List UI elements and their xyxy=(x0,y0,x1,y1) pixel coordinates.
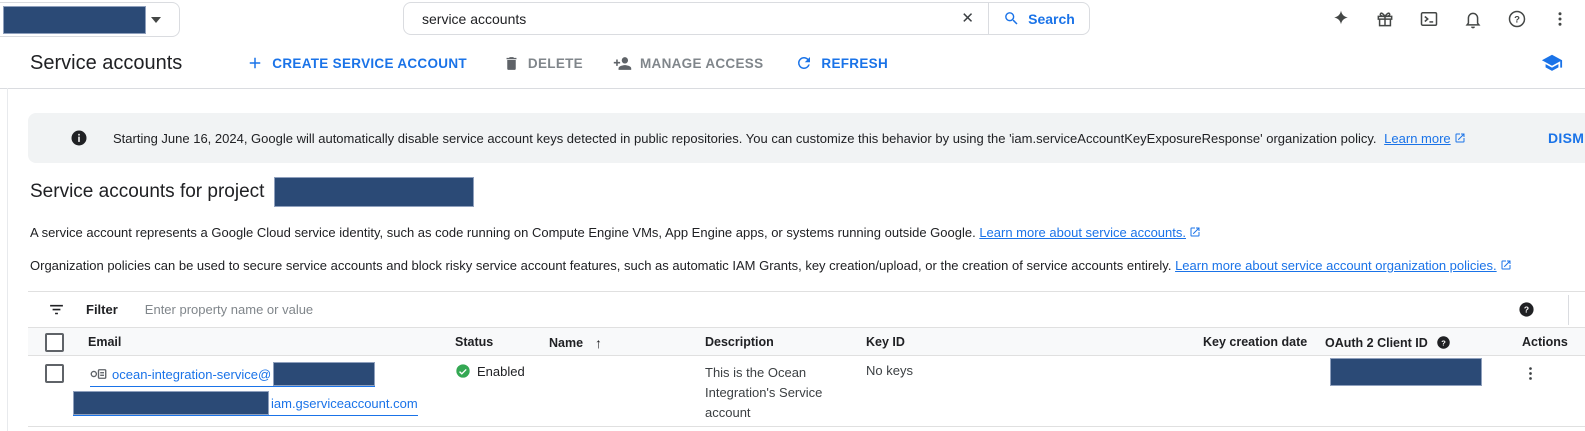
column-header-key-creation-date[interactable]: Key creation date xyxy=(1203,335,1307,349)
delete-button[interactable]: DELETE xyxy=(503,55,583,72)
plus-icon xyxy=(246,54,264,72)
column-header-description[interactable]: Description xyxy=(705,335,774,349)
email-link-suffix[interactable]: iam.gserviceaccount.com xyxy=(271,396,418,411)
manage-access-button-label: MANAGE ACCESS xyxy=(640,56,763,71)
project-selector[interactable] xyxy=(0,2,180,37)
column-header-key-id[interactable]: Key ID xyxy=(866,335,905,349)
search-field: ✕ xyxy=(404,3,988,34)
key-exposure-banner: Starting June 16, 2024, Google will auto… xyxy=(28,113,1585,163)
select-all-checkbox[interactable] xyxy=(45,333,64,352)
email-cell: ocean-integration-service@ iam.gservicea… xyxy=(73,362,418,416)
more-vert-icon xyxy=(1522,365,1539,382)
column-header-actions: Actions xyxy=(1522,335,1568,349)
redacted-project-name xyxy=(3,6,146,34)
svg-text:?: ? xyxy=(1524,305,1529,315)
banner-message-text: Starting June 16, 2024, Google will auto… xyxy=(113,131,1377,146)
external-link-icon xyxy=(1454,132,1466,144)
service-account-badge-icon xyxy=(90,367,107,381)
key-id-cell: No keys xyxy=(866,363,913,378)
more-vert-icon[interactable] xyxy=(1551,10,1569,28)
search-button[interactable]: Search xyxy=(988,3,1089,34)
table-header: Email Status Name ↑ Description Key ID K… xyxy=(28,327,1585,356)
manage-access-button[interactable]: MANAGE ACCESS xyxy=(613,54,763,73)
help-icon[interactable]: ? xyxy=(1507,9,1527,29)
create-button-label: CREATE SERVICE ACCOUNT xyxy=(272,56,467,71)
filter-bar: Filter ? xyxy=(28,291,1585,327)
redacted-email-domain xyxy=(273,362,375,386)
learn-tutorials-icon[interactable] xyxy=(1541,52,1563,74)
row-checkbox[interactable] xyxy=(45,364,64,383)
chevron-down-icon xyxy=(151,17,161,23)
filter-icon xyxy=(48,301,65,318)
filter-divider xyxy=(1568,295,1569,325)
intro-text: A service account represents a Google Cl… xyxy=(30,225,976,240)
column-header-oauth-client-id[interactable]: OAuth 2 Client ID ? xyxy=(1325,335,1451,350)
filter-label: Filter xyxy=(86,302,118,317)
search-input[interactable] xyxy=(420,10,957,28)
notifications-bell-icon[interactable] xyxy=(1463,9,1483,29)
status-cell: Enabled xyxy=(455,363,525,379)
external-link-icon xyxy=(1500,259,1512,271)
page-title: Service accounts xyxy=(30,52,182,75)
column-header-oauth-label: OAuth 2 Client ID xyxy=(1325,336,1428,350)
gift-icon[interactable] xyxy=(1375,9,1395,29)
column-header-name-label: Name xyxy=(549,336,583,350)
delete-button-label: DELETE xyxy=(528,56,583,71)
refresh-button[interactable]: REFRESH xyxy=(795,54,888,72)
redacted-oauth-client-id xyxy=(1330,358,1482,386)
email-link-prefix[interactable]: ocean-integration-service@ xyxy=(112,367,271,382)
refresh-icon xyxy=(795,54,813,72)
redacted-email-project xyxy=(73,391,269,415)
top-bar: ✕ Search ? xyxy=(0,0,1585,39)
info-icon xyxy=(70,129,88,147)
dismiss-button[interactable]: DISMISS xyxy=(1548,130,1585,146)
person-add-icon xyxy=(613,54,632,73)
svg-text:?: ? xyxy=(1514,15,1520,26)
banner-learn-more-link[interactable]: Learn more xyxy=(1384,131,1450,146)
svg-text:?: ? xyxy=(1441,338,1446,347)
oauth-help-icon[interactable]: ? xyxy=(1436,335,1451,350)
content-left-edge xyxy=(7,88,8,431)
banner-message: Starting June 16, 2024, Google will auto… xyxy=(113,131,1466,146)
external-link-icon xyxy=(1189,226,1201,238)
column-header-name[interactable]: Name ↑ xyxy=(549,335,602,351)
learn-more-service-accounts-link[interactable]: Learn more about service accounts. xyxy=(979,225,1186,240)
page-toolbar: Service accounts CREATE SERVICE ACCOUNT … xyxy=(0,38,1585,89)
cloud-shell-icon[interactable] xyxy=(1419,9,1439,29)
section-heading-text: Service accounts for project xyxy=(30,181,264,203)
search-icon xyxy=(1003,10,1020,27)
filter-help-icon[interactable]: ? xyxy=(1518,301,1535,318)
column-header-email[interactable]: Email xyxy=(88,335,121,349)
search-button-label: Search xyxy=(1028,11,1075,27)
refresh-button-label: REFRESH xyxy=(821,56,888,71)
intro-paragraph: A service account represents a Google Cl… xyxy=(30,225,1201,240)
create-service-account-button[interactable]: CREATE SERVICE ACCOUNT xyxy=(246,54,467,72)
clear-search-icon[interactable]: ✕ xyxy=(957,11,978,26)
row-actions-menu-button[interactable] xyxy=(1518,361,1542,385)
topbar-icons: ? xyxy=(1331,0,1569,38)
policy-paragraph: Organization policies can be used to sec… xyxy=(30,258,1512,273)
search-box: ✕ Search xyxy=(403,2,1090,35)
email-link-line2[interactable]: iam.gserviceaccount.com xyxy=(73,391,418,416)
section-heading: Service accounts for project xyxy=(30,177,474,207)
filter-input[interactable] xyxy=(143,301,1585,318)
sort-ascending-icon: ↑ xyxy=(595,335,602,351)
policy-text: Organization policies can be used to sec… xyxy=(30,258,1171,273)
learn-more-org-policies-link[interactable]: Learn more about service account organiz… xyxy=(1175,258,1497,273)
status-enabled-icon xyxy=(455,363,471,379)
trash-icon xyxy=(503,55,520,72)
redacted-project-id xyxy=(274,177,474,207)
status-label: Enabled xyxy=(477,364,525,379)
column-header-status[interactable]: Status xyxy=(455,335,493,349)
gemini-sparkle-icon[interactable] xyxy=(1331,9,1351,29)
description-cell: This is the Ocean Integration's Service … xyxy=(705,363,833,423)
table-row: ocean-integration-service@ iam.gservicea… xyxy=(28,356,1585,427)
email-link-line1[interactable]: ocean-integration-service@ xyxy=(90,362,375,387)
